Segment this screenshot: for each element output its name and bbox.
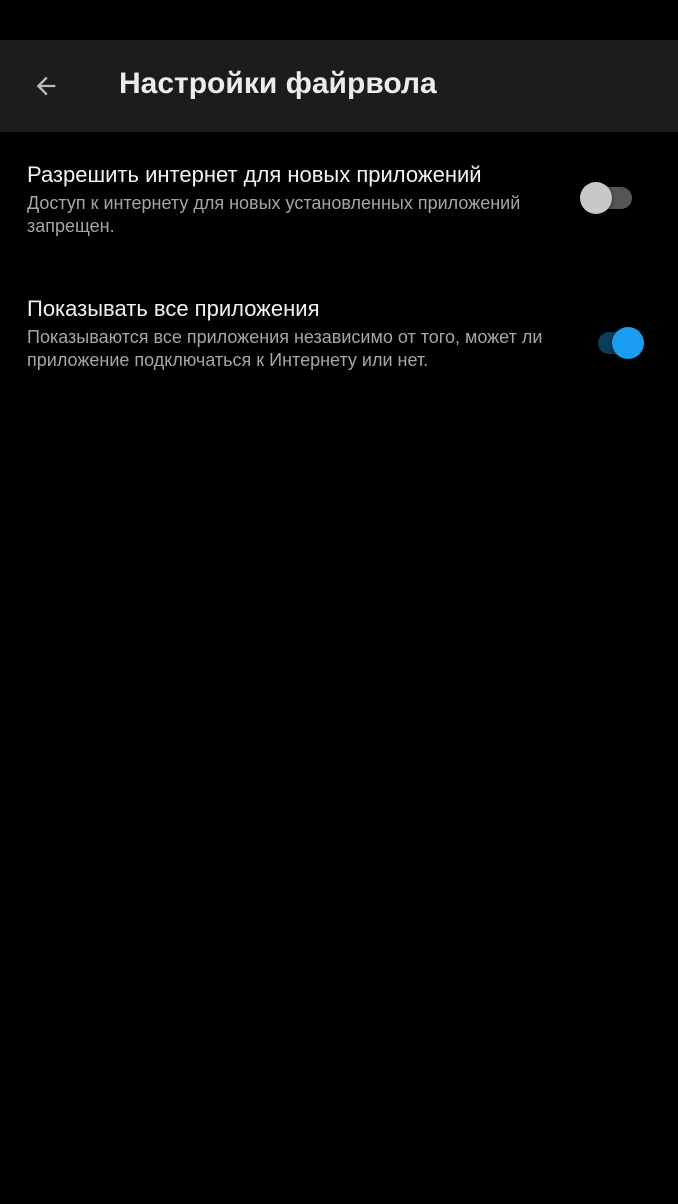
back-button[interactable] <box>22 64 70 108</box>
setting-title: Разрешить интернет для новых приложений <box>27 162 482 187</box>
toggle-thumb <box>612 327 644 359</box>
status-bar <box>0 0 678 40</box>
toggle-thumb <box>580 182 612 214</box>
setting-allow-internet-new-apps[interactable]: Разрешить интернет для новых приложений … <box>0 158 678 254</box>
page-title: Настройки файрвола <box>119 67 437 100</box>
setting-show-all-apps[interactable]: Показывать все приложения Показываются в… <box>0 292 678 404</box>
arrow-back-icon <box>36 76 56 96</box>
screen: Настройки файрвола Разрешить интернет дл… <box>0 0 678 1204</box>
setting-summary: Показываются все приложения независимо о… <box>27 327 543 370</box>
setting-title: Показывать все приложения <box>27 296 320 321</box>
app-bar: Настройки файрвола <box>0 40 678 132</box>
allow-internet-toggle[interactable] <box>578 178 642 218</box>
setting-summary: Доступ к интернету для новых установленн… <box>27 193 521 236</box>
show-all-apps-toggle[interactable] <box>590 323 654 363</box>
